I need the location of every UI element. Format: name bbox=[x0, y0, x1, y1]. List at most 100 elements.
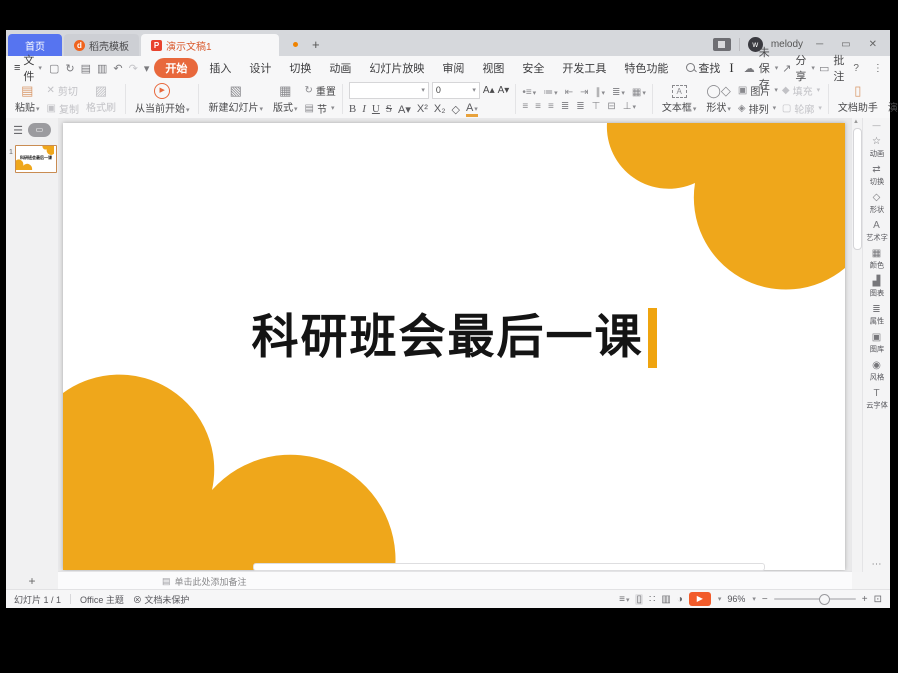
decrease-font-button[interactable]: A▾ bbox=[498, 85, 510, 96]
reading-view-icon[interactable]: ▥ bbox=[661, 594, 670, 605]
undo-icon[interactable]: ↶ bbox=[110, 62, 125, 75]
sidebar-item-shapes[interactable]: ◇形状 bbox=[869, 192, 885, 215]
align-left-button[interactable]: ≡ bbox=[522, 101, 528, 112]
decrease-indent-button[interactable]: ⇤ bbox=[565, 87, 573, 98]
strikethrough-button[interactable]: S bbox=[386, 103, 392, 115]
help-button[interactable]: ? bbox=[848, 63, 864, 74]
justify-button[interactable]: ≣ bbox=[561, 101, 569, 112]
normal-view-icon[interactable]: ▯ bbox=[635, 594, 643, 605]
line-spacing-button[interactable]: ≣▾ bbox=[612, 87, 625, 98]
superscript-button[interactable]: X² bbox=[417, 103, 428, 115]
increase-indent-button[interactable]: ⇥ bbox=[580, 87, 588, 98]
cut-button[interactable]: ✕剪切 bbox=[47, 83, 79, 98]
horizontal-scrollbar[interactable] bbox=[253, 563, 765, 571]
zoom-in-button[interactable]: + bbox=[862, 594, 868, 605]
outline-button[interactable]: ▢轮廓▾ bbox=[782, 101, 822, 116]
sidebar-item-colors[interactable]: ▦颜色 bbox=[869, 248, 885, 271]
notes-toggle-icon[interactable]: ≡▾ bbox=[619, 594, 629, 605]
slideshow-play-button[interactable]: ▶ bbox=[689, 592, 711, 606]
menu-tab-view[interactable]: 视图 bbox=[473, 59, 513, 77]
play-from-current-button[interactable]: ▶ 从当前开始▾ bbox=[130, 82, 195, 116]
thumbnail-view-toggle[interactable]: ▭ bbox=[28, 123, 51, 137]
underline-button[interactable]: U bbox=[372, 103, 380, 115]
sidebar-item-properties[interactable]: ≣属性 bbox=[869, 304, 885, 327]
numbered-list-button[interactable]: ≔▾ bbox=[543, 87, 558, 98]
fill-button[interactable]: ◆填充▾ bbox=[782, 83, 822, 98]
quickbar-more-icon[interactable]: ▾ bbox=[141, 62, 153, 75]
slide-thumbnail-1[interactable]: 科研班会最后一课 bbox=[15, 145, 57, 173]
reset-button[interactable]: ↻重置 bbox=[305, 83, 336, 98]
handout-view-icon[interactable]: ◑ bbox=[677, 594, 683, 605]
picture-button[interactable]: ▣图片▾ bbox=[738, 83, 778, 98]
menu-tab-review[interactable]: 审阅 bbox=[433, 59, 473, 77]
play-options-chevron-icon[interactable]: ▾ bbox=[718, 595, 722, 603]
save-icon[interactable]: ▢ bbox=[46, 62, 62, 75]
text-direction-button[interactable]: ∥▾ bbox=[595, 87, 605, 98]
character-border-button[interactable]: A▾ bbox=[398, 103, 411, 116]
new-slide-button[interactable]: ▧ 新建幻灯片▾ bbox=[203, 83, 268, 115]
textbox-button[interactable]: A 文本框▾ bbox=[657, 84, 702, 115]
notes-bar[interactable]: ▤ 单击此处添加备注 bbox=[58, 571, 852, 590]
section-button[interactable]: ▤节▾ bbox=[305, 101, 336, 116]
scroll-up-icon[interactable]: ▲ bbox=[853, 119, 859, 125]
align-right-button[interactable]: ≡ bbox=[548, 101, 554, 112]
distribute-button[interactable]: ≣ bbox=[576, 101, 584, 112]
format-painter-button[interactable]: ▨ 格式刷 bbox=[81, 83, 121, 115]
sidebar-item-charts[interactable]: ▟图表 bbox=[869, 276, 885, 299]
outline-view-icon[interactable]: ☰ bbox=[13, 124, 23, 137]
clear-format-button[interactable]: ◇ bbox=[451, 103, 459, 116]
font-size-select[interactable]: 0▾ bbox=[432, 82, 480, 99]
sidebar-item-wordart[interactable]: A艺术字 bbox=[865, 220, 889, 243]
theme-name[interactable]: Office 主题 bbox=[80, 593, 124, 606]
menu-tab-transition[interactable]: 切换 bbox=[280, 59, 320, 77]
align-top-button[interactable]: ⊤ bbox=[592, 101, 601, 112]
sidebar-item-animation[interactable]: ☆动画 bbox=[869, 136, 885, 159]
screen-split-icon[interactable] bbox=[713, 38, 731, 51]
new-tab-button[interactable]: + bbox=[312, 37, 320, 52]
doc-assistant-button[interactable]: ▯ 文档助手 bbox=[833, 83, 883, 115]
slide-1[interactable]: 科研班会最后一课 bbox=[63, 123, 845, 570]
subscript-button[interactable]: X₂ bbox=[434, 103, 446, 115]
more-menu-button[interactable]: ⋮ bbox=[868, 63, 888, 74]
highlight-color-button[interactable]: A▾ bbox=[466, 102, 478, 117]
bullet-list-button[interactable]: •≡▾ bbox=[522, 87, 536, 98]
menu-tab-slideshow[interactable]: 幻灯片放映 bbox=[360, 59, 433, 77]
slide-sorter-icon[interactable]: ∷ bbox=[649, 594, 655, 605]
menu-tab-animation[interactable]: 动画 bbox=[320, 59, 360, 77]
menu-tab-security[interactable]: 安全 bbox=[513, 59, 553, 77]
paste-button[interactable]: ▤ 粘贴▾ bbox=[10, 83, 45, 115]
sidebar-item-transition[interactable]: ⇄切换 bbox=[869, 164, 885, 187]
italic-button[interactable]: I bbox=[362, 103, 366, 115]
print-icon[interactable]: ▤ bbox=[78, 62, 94, 75]
fit-to-window-icon[interactable]: ⊡ bbox=[874, 594, 882, 605]
add-slide-button[interactable]: + bbox=[6, 572, 59, 590]
tab-document[interactable]: P 演示文稿1 bbox=[141, 34, 279, 56]
collapse-ribbon-button[interactable]: ∧ bbox=[892, 63, 898, 74]
present-tools-button[interactable]: ▭ 演示工具▾ bbox=[883, 83, 898, 115]
menu-tab-design[interactable]: 设计 bbox=[240, 59, 280, 77]
zoom-out-button[interactable]: − bbox=[762, 594, 768, 605]
protection-status[interactable]: ⊗ 文档未保护 bbox=[133, 593, 190, 606]
paragraph-more-button[interactable]: ▦▾ bbox=[632, 87, 646, 98]
sidebar-item-gallery[interactable]: ▣图库 bbox=[869, 332, 885, 355]
menu-tab-special-features[interactable]: 特色功能 bbox=[615, 59, 677, 77]
font-name-select[interactable]: ▾ bbox=[349, 82, 429, 99]
tab-docer-templates[interactable]: d 稻壳模板 bbox=[64, 34, 139, 56]
align-center-button[interactable]: ≡ bbox=[535, 101, 541, 112]
vertical-scrollbar-thumb[interactable] bbox=[853, 128, 862, 250]
layout-button[interactable]: ▦ 版式▾ bbox=[268, 83, 303, 115]
zoom-level[interactable]: 96% bbox=[727, 594, 745, 604]
output-icon[interactable]: ↻ bbox=[62, 62, 77, 75]
zoom-options-chevron-icon[interactable]: ▾ bbox=[752, 595, 756, 603]
zoom-slider-knob[interactable] bbox=[819, 594, 830, 605]
menu-tab-home[interactable]: 开始 bbox=[154, 58, 198, 78]
align-middle-button[interactable]: ⊟ bbox=[607, 101, 615, 112]
arrange-button[interactable]: ◈排列▾ bbox=[738, 101, 778, 116]
increase-font-button[interactable]: A▴ bbox=[483, 85, 495, 96]
vertical-scrollbar-track[interactable]: ▲ bbox=[851, 118, 862, 572]
sidebar-item-style[interactable]: ◉风格 bbox=[869, 360, 885, 383]
menu-tab-insert[interactable]: 插入 bbox=[200, 59, 240, 77]
redo-icon[interactable]: ↷ bbox=[126, 62, 141, 75]
sidebar-item-cloud-fonts[interactable]: T云字体 bbox=[865, 388, 889, 411]
zoom-slider-track[interactable] bbox=[774, 598, 856, 600]
